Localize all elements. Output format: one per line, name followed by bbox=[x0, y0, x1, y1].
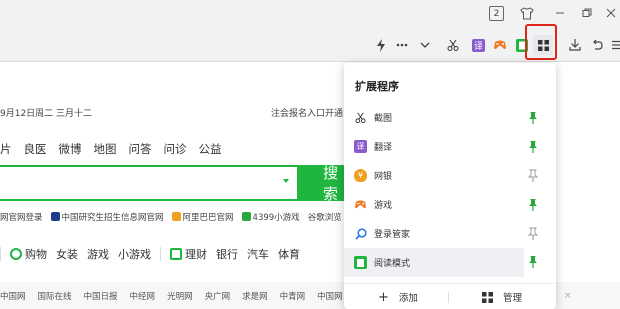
site-link[interactable]: 中国研究生招生信息网官网 bbox=[50, 211, 164, 223]
divider bbox=[0, 247, 1, 261]
divider bbox=[160, 247, 161, 261]
news-link[interactable]: 中国网 bbox=[0, 290, 26, 302]
chevron-down-icon[interactable] bbox=[416, 36, 434, 54]
exam-registration-link[interactable]: 注会报名入口开通 bbox=[271, 106, 343, 119]
menu-icon[interactable] bbox=[608, 36, 620, 54]
date-text: 9月12日周二 三月十二 bbox=[0, 109, 93, 119]
category-sports[interactable]: 体育 bbox=[278, 246, 300, 262]
extension-label: 翻译 bbox=[374, 143, 393, 153]
game-icon bbox=[354, 198, 367, 211]
pin-icon[interactable] bbox=[528, 140, 538, 154]
site-links-row: 网官网登录 中国研究生招生信息网官网 阿里巴巴官网 4399小游戏 谷歌浏览 bbox=[0, 211, 342, 223]
pin-icon[interactable] bbox=[528, 255, 538, 269]
restore-icon[interactable] bbox=[580, 4, 594, 22]
manage-label: 管理 bbox=[503, 293, 523, 304]
tab-consult[interactable]: 问诊 bbox=[164, 141, 187, 157]
download-icon[interactable] bbox=[566, 36, 584, 54]
extension-item-reading-mode[interactable]: 阅读模式 bbox=[344, 248, 524, 277]
extension-item-screenshot[interactable]: 截图 bbox=[344, 103, 556, 132]
svg-text:译: 译 bbox=[473, 41, 482, 52]
category-games[interactable]: 游戏 bbox=[87, 246, 109, 262]
extension-label: 阅读模式 bbox=[374, 259, 411, 269]
plus-icon: + bbox=[378, 289, 389, 305]
translate-icon: 译 bbox=[354, 140, 367, 153]
pin-icon[interactable] bbox=[527, 169, 539, 183]
game-4399-icon bbox=[241, 212, 251, 221]
pin-icon[interactable] bbox=[528, 111, 538, 125]
more-dots-icon[interactable] bbox=[393, 36, 411, 54]
tab-images[interactable]: 片 bbox=[0, 141, 12, 157]
extension-label: 游戏 bbox=[374, 201, 393, 211]
game-icon[interactable] bbox=[491, 36, 509, 54]
close-icon[interactable]: × bbox=[564, 291, 572, 301]
extension-item-bank[interactable]: ¥ 网银 bbox=[344, 161, 556, 190]
category-womens-clothing[interactable]: 女装 bbox=[56, 246, 78, 262]
category-links-row: 购物 女装 游戏 小游戏 理财 银行 汽车 体育 bbox=[0, 246, 300, 262]
translate-icon[interactable]: 译 bbox=[469, 36, 487, 54]
tab-map[interactable]: 地图 bbox=[94, 141, 117, 157]
news-link[interactable]: 央广网 bbox=[205, 290, 231, 302]
news-link[interactable]: 中经网 bbox=[130, 290, 156, 302]
news-link[interactable]: 国际在线 bbox=[38, 290, 72, 302]
undo-icon[interactable] bbox=[588, 36, 606, 54]
tab-count-badge[interactable]: 2 bbox=[489, 6, 504, 21]
news-link[interactable]: 光明网 bbox=[167, 290, 193, 302]
extensions-popup: 扩展程序 截图 译 翻译 ¥ 网银 游戏 登录管家 阅读模式 + 添加 管理 bbox=[344, 63, 556, 309]
add-label: 添加 bbox=[398, 293, 418, 304]
minimize-icon[interactable] bbox=[553, 4, 567, 22]
news-link[interactable]: 中国网 bbox=[317, 290, 343, 302]
category-mini-games[interactable]: 小游戏 bbox=[118, 246, 151, 262]
category-shopping[interactable]: 购物 bbox=[10, 246, 47, 262]
site-link[interactable]: 网官网登录 bbox=[0, 211, 43, 223]
graduation-cap-icon bbox=[50, 212, 60, 221]
extension-label: 登录管家 bbox=[374, 230, 411, 240]
scissors-icon[interactable] bbox=[444, 36, 462, 54]
divider bbox=[448, 292, 449, 303]
category-auto[interactable]: 汽车 bbox=[247, 246, 269, 262]
news-link[interactable]: 中青网 bbox=[280, 290, 306, 302]
category-bank[interactable]: 银行 bbox=[216, 246, 238, 262]
pin-icon[interactable] bbox=[527, 227, 539, 241]
extension-item-game[interactable]: 游戏 bbox=[344, 190, 556, 219]
site-link[interactable]: 阿里巴巴官网 bbox=[171, 211, 234, 223]
extension-item-login-manager[interactable]: 登录管家 bbox=[344, 219, 556, 248]
manage-extensions-button[interactable]: 管理 bbox=[482, 290, 522, 304]
caret-down-icon[interactable] bbox=[283, 179, 289, 183]
finance-icon bbox=[170, 248, 182, 260]
category-finance[interactable]: 理财 bbox=[170, 246, 207, 262]
skin-shirt-icon[interactable] bbox=[519, 4, 535, 22]
grid-icon bbox=[482, 291, 493, 303]
bank-icon: ¥ bbox=[354, 169, 367, 182]
scissors-icon bbox=[354, 111, 367, 124]
popup-footer: + 添加 管理 bbox=[344, 283, 556, 309]
extension-label: 截图 bbox=[374, 114, 393, 124]
shopping-icon bbox=[10, 248, 22, 260]
extension-item-translate[interactable]: 译 翻译 bbox=[344, 132, 556, 161]
pin-icon[interactable] bbox=[528, 198, 538, 212]
login-search-icon bbox=[354, 227, 367, 240]
tab-qa[interactable]: 问答 bbox=[129, 141, 152, 157]
site-link[interactable]: 谷歌浏览 bbox=[308, 211, 342, 223]
site-link[interactable]: 4399小游戏 bbox=[241, 211, 300, 223]
tab-weibo[interactable]: 微博 bbox=[59, 141, 82, 157]
reading-mode-icon bbox=[354, 256, 367, 269]
news-link[interactable]: 求是网 bbox=[242, 290, 268, 302]
browser-window: 2 译 9月12日周二 三月十二 注会报名入口开通 片 良医 微博 地图 问答 … bbox=[0, 0, 620, 309]
popup-title: 扩展程序 bbox=[355, 80, 399, 93]
tab-charity[interactable]: 公益 bbox=[199, 141, 222, 157]
add-extension-button[interactable]: + 添加 bbox=[378, 289, 418, 305]
search-input[interactable] bbox=[0, 165, 297, 201]
alibaba-icon bbox=[171, 212, 181, 221]
search-category-tabs: 片 良医 微博 地图 问答 问诊 公益 bbox=[0, 141, 222, 157]
extension-label: 网银 bbox=[374, 172, 393, 182]
tab-doctor[interactable]: 良医 bbox=[24, 141, 47, 157]
news-link[interactable]: 中国日报 bbox=[84, 290, 118, 302]
lightning-icon[interactable] bbox=[372, 36, 390, 54]
close-icon[interactable] bbox=[604, 4, 618, 22]
extensions-button-highlight bbox=[525, 24, 557, 60]
